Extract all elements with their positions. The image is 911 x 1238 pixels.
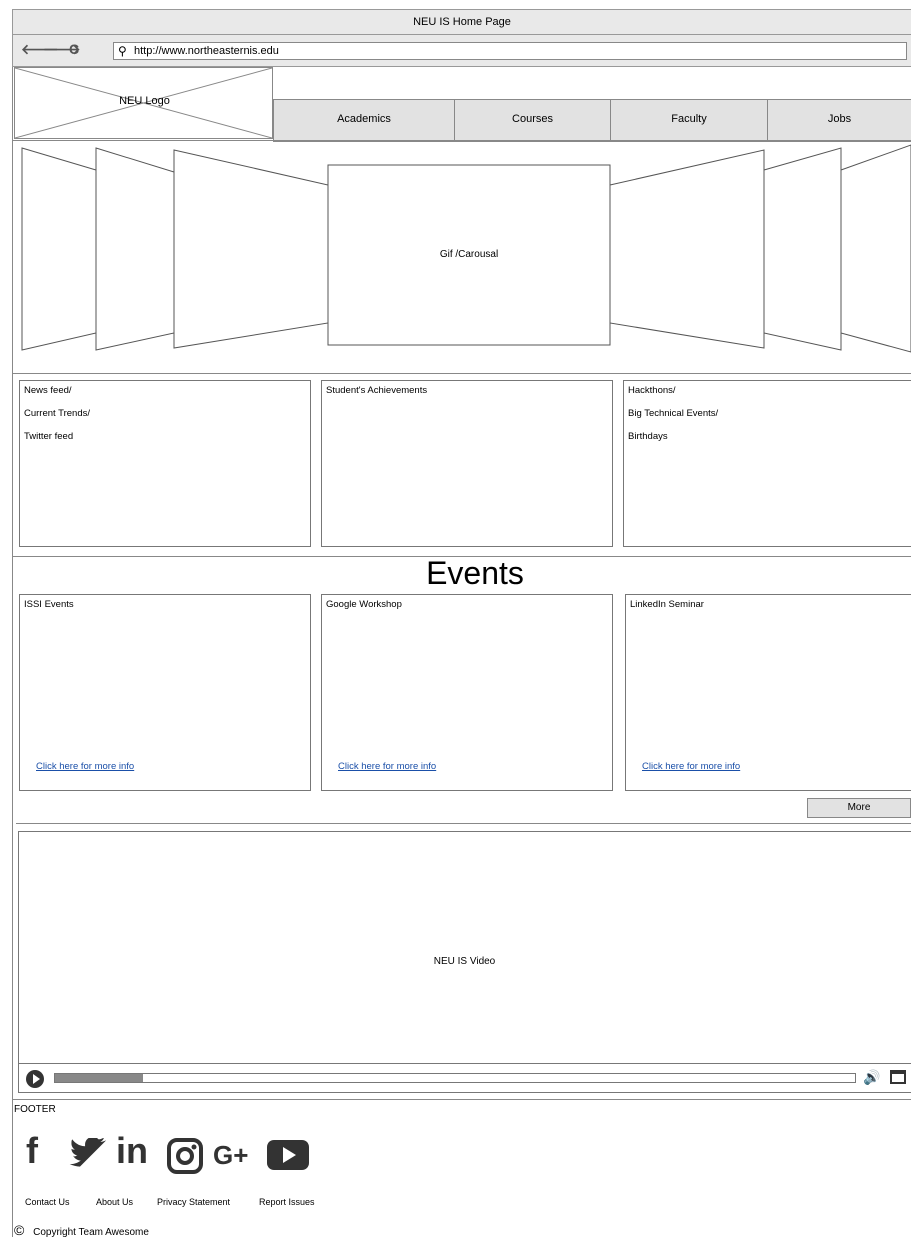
- reload-icon[interactable]: C: [69, 41, 79, 57]
- facebook-icon[interactable]: f: [26, 1130, 38, 1172]
- event-title: Google Workshop: [326, 599, 402, 610]
- linkedin-icon[interactable]: in: [116, 1130, 148, 1172]
- window-title: NEU IS Home Page: [413, 16, 511, 28]
- divider: [12, 373, 911, 374]
- events-heading: Events: [426, 555, 524, 591]
- tab-jobs[interactable]: Jobs: [767, 100, 911, 141]
- copyright-icon: ©: [14, 1222, 25, 1238]
- panel-line: Birthdays: [628, 431, 668, 442]
- volume-icon[interactable]: 🔊: [863, 1069, 880, 1086]
- panel-line: Student's Achievements: [326, 385, 428, 396]
- video-progress-bar[interactable]: [54, 1073, 856, 1083]
- instagram-icon[interactable]: [167, 1138, 203, 1174]
- logo-placeholder: NEU Logo: [14, 67, 273, 139]
- carousel-label: Gif /Carousal: [439, 249, 499, 260]
- panel-line: Current Trends/: [24, 408, 90, 419]
- url-text: http://www.northeasternis.edu: [134, 45, 279, 57]
- video-label: NEU IS Video: [433, 956, 496, 967]
- tab-academics[interactable]: Academics: [273, 100, 454, 141]
- achievements-panel: Student's Achievements: [321, 380, 613, 547]
- tab-courses[interactable]: Courses: [454, 100, 610, 141]
- more-events-button[interactable]: More: [807, 798, 911, 818]
- news-feed-panel: News feed/ Current Trends/ Twitter feed: [19, 380, 311, 547]
- play-icon[interactable]: [26, 1070, 44, 1088]
- copyright-text: Copyright Team Awesome: [33, 1227, 149, 1238]
- footer-link-privacy[interactable]: Privacy Statement: [157, 1197, 230, 1207]
- event-more-info-link[interactable]: Click here for more info: [642, 761, 740, 772]
- divider: [12, 1099, 911, 1100]
- footer-link-report[interactable]: Report Issues: [259, 1197, 315, 1207]
- copyright: © Copyright Team Awesome: [14, 1222, 149, 1238]
- fullscreen-icon[interactable]: [890, 1070, 906, 1084]
- event-card-google: Google Workshop Click here for more info: [321, 594, 613, 791]
- google-plus-icon[interactable]: G+: [213, 1140, 248, 1171]
- video-controls: 🔊: [18, 1063, 911, 1094]
- tab-faculty[interactable]: Faculty: [610, 100, 767, 141]
- browser-toolbar: 🡐 🡒 C ⚲ http://www.northeasternis.edu ☰: [12, 35, 911, 67]
- video-progress-fill: [55, 1074, 143, 1082]
- technical-events-panel: Hackthons/ Big Technical Events/ Birthda…: [623, 380, 911, 547]
- search-icon: ⚲: [118, 44, 127, 58]
- logo-label: NEU Logo: [119, 95, 170, 107]
- event-title: LinkedIn Seminar: [630, 599, 704, 610]
- event-more-info-link[interactable]: Click here for more info: [36, 761, 134, 772]
- panel-line: News feed/: [24, 385, 72, 396]
- footer-link-contact[interactable]: Contact Us: [25, 1197, 70, 1207]
- main-nav-tabs: Academics Courses Faculty Jobs: [273, 99, 911, 142]
- event-more-info-link[interactable]: Click here for more info: [338, 761, 436, 772]
- divider: [16, 823, 911, 824]
- event-card-linkedin: LinkedIn Seminar Click here for more inf…: [625, 594, 911, 791]
- event-card-issi: ISSI Events Click here for more info: [19, 594, 311, 791]
- panel-line: Hackthons/: [628, 385, 676, 396]
- youtube-icon[interactable]: [266, 1138, 310, 1172]
- footer-link-about[interactable]: About Us: [96, 1197, 133, 1207]
- panel-line: Twitter feed: [24, 431, 74, 442]
- footer-label: FOOTER: [14, 1104, 56, 1115]
- window-title-bar: NEU IS Home Page: [12, 9, 911, 35]
- panel-line: Big Technical Events/: [628, 408, 719, 419]
- twitter-icon[interactable]: [66, 1138, 106, 1172]
- address-bar[interactable]: ⚲ http://www.northeasternis.edu: [113, 42, 907, 60]
- event-title: ISSI Events: [24, 599, 74, 610]
